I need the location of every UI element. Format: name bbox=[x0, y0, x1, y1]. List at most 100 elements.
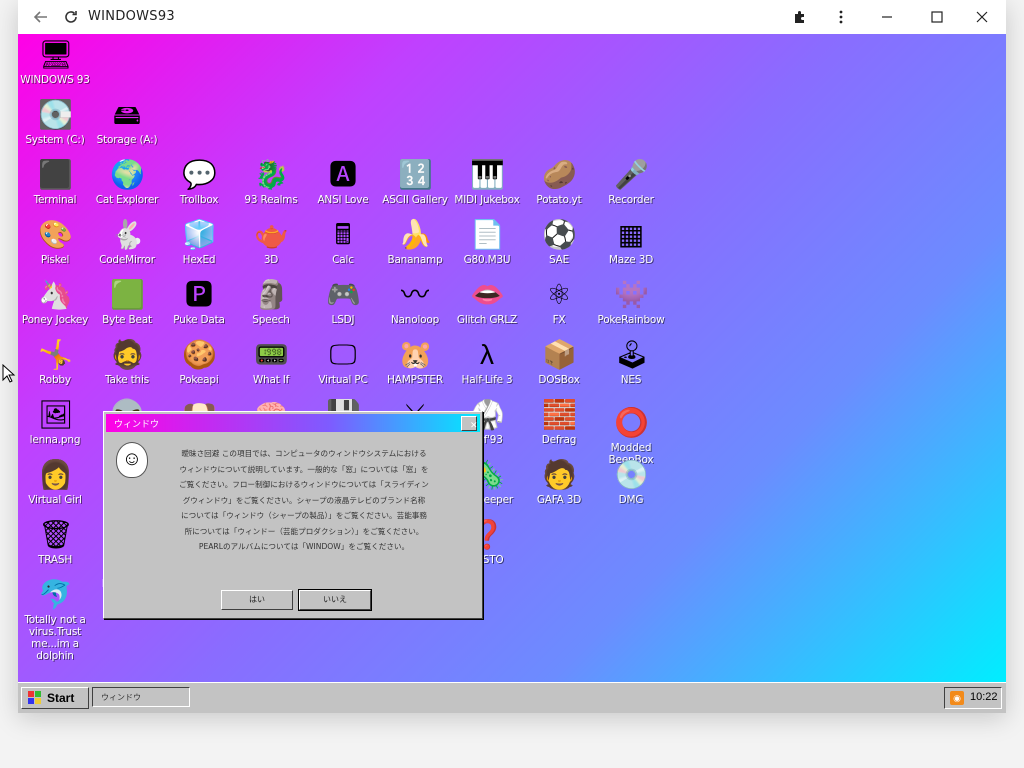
desktop-icon-take-this[interactable]: 🧔 Take this bbox=[90, 338, 164, 386]
app-icon: 🖥 bbox=[38, 39, 74, 70]
no-button[interactable]: いいえ bbox=[298, 589, 372, 611]
desktop-icon-puke-data[interactable]: 🅿 Puke Data bbox=[162, 278, 236, 326]
app-icon: 〰 bbox=[400, 279, 429, 310]
desktop-icon-potato-yt[interactable]: 🥔 Potato.yt bbox=[522, 158, 596, 206]
app-icon: ▦ bbox=[617, 219, 645, 250]
app-icon: 🧱 bbox=[542, 399, 577, 430]
desktop-icon-midi-jukebox[interactable]: 🎹 MIDI Jukebox bbox=[450, 158, 524, 206]
desktop-icon-dosbox[interactable]: 📦 DOSBox bbox=[522, 338, 596, 386]
desktop-icon-robby[interactable]: 🤸 Robby bbox=[18, 338, 92, 386]
desktop-icon-poney-jockey[interactable]: 🦄 Poney Jockey bbox=[18, 278, 92, 326]
dialog-text-line: 所については「ウィンドー（芸能プロダクション）」をご覧ください。 bbox=[184, 526, 424, 536]
desktop-icon-half-life-3[interactable]: λ Half-Life 3 bbox=[450, 338, 524, 386]
app-icon: 🎮 bbox=[326, 279, 361, 310]
desktop-icon-nanoloop[interactable]: 〰 Nanoloop bbox=[378, 278, 452, 326]
desktop-icon-label: Maze 3D bbox=[608, 254, 654, 266]
desktop-icon-dmg[interactable]: 💿 DMG bbox=[594, 458, 668, 506]
close-window-button[interactable] bbox=[969, 5, 995, 29]
desktop-icon-label: Poney Jockey bbox=[21, 314, 89, 326]
extensions-button[interactable] bbox=[787, 5, 813, 29]
desktop-icon-hampster[interactable]: 🐹 HAMPSTER bbox=[378, 338, 452, 386]
app-icon: 🥔 bbox=[542, 159, 577, 190]
desktop-icon-label: FX bbox=[552, 314, 566, 326]
app-icon: 🎹 bbox=[470, 159, 505, 190]
start-button[interactable]: Start bbox=[21, 687, 89, 709]
desktop-icon-label: ASCII Gallery bbox=[382, 194, 448, 206]
desktop-icon-label: System (C:) bbox=[25, 134, 85, 146]
app-icon: 💿 bbox=[614, 459, 649, 490]
app-icon: 🕹 bbox=[614, 339, 650, 370]
app-icon: 👾 bbox=[614, 279, 649, 310]
dialog-close-button[interactable]: ✕ bbox=[461, 416, 478, 431]
desktop-icon-pokerainbow[interactable]: 👾 PokeRainbow bbox=[594, 278, 668, 326]
desktop-icon-label: Nanoloop bbox=[390, 314, 440, 326]
dialog-titlebar[interactable]: ウィンドウ ✕ bbox=[106, 414, 480, 432]
kebab-menu-icon bbox=[839, 10, 843, 24]
desktop-icon-what-if[interactable]: 📟 What If bbox=[234, 338, 308, 386]
desktop-icon-system-c[interactable]: 💽 System (C:) bbox=[18, 98, 92, 146]
browser-menu-button[interactable] bbox=[828, 5, 854, 29]
rss-icon[interactable]: ◉ bbox=[950, 691, 964, 705]
desktop-icon-label: Bananamp bbox=[387, 254, 443, 266]
desktop-icon-terminal[interactable]: ⬛ Terminal bbox=[18, 158, 92, 206]
desktop-icon-label: 93 Realms bbox=[244, 194, 298, 206]
desktop-icon-maze-3d[interactable]: ▦ Maze 3D bbox=[594, 218, 668, 266]
desktop-icon-speech[interactable]: 🗿 Speech bbox=[234, 278, 308, 326]
reload-button[interactable] bbox=[58, 5, 84, 29]
desktop-icon-3d[interactable]: 🫖 3D bbox=[234, 218, 308, 266]
dialog-text-line: ご覧ください。フロー制御におけるウィンドウについては「スライディン bbox=[179, 480, 429, 489]
desktop-icon-label: Puke Data bbox=[173, 314, 225, 326]
app-icon: 🧑 bbox=[542, 459, 577, 490]
desktop-icon-label: Pokeapi bbox=[179, 374, 219, 386]
app-icon: ⬛ bbox=[38, 159, 73, 190]
desktop-icon-label: LSDJ bbox=[331, 314, 355, 326]
desktop-icon-g80-m3u[interactable]: 📄 G80.M3U bbox=[450, 218, 524, 266]
back-button[interactable] bbox=[28, 5, 54, 29]
desktop-icon-defrag[interactable]: 🧱 Defrag bbox=[522, 398, 596, 446]
desktop-icon-label: Half-Life 3 bbox=[461, 374, 513, 386]
desktop-icon-lenna-png[interactable]: 🖼 lenna.png bbox=[18, 398, 92, 446]
desktop-icon-lsdj[interactable]: 🎮 LSDJ bbox=[306, 278, 380, 326]
desktop-icon-fx[interactable]: ⚛ FX bbox=[522, 278, 596, 326]
desktop-icon-virtual-pc[interactable]: 🖵 Virtual PC bbox=[306, 338, 380, 386]
desktop-icon-ascii-gallery[interactable]: 🔢 ASCII Gallery bbox=[378, 158, 452, 206]
desktop-icon-storage-a[interactable]: 🖴 Storage (A:) bbox=[90, 98, 164, 146]
desktop-icon-piskel[interactable]: 🎨 Piskel bbox=[18, 218, 92, 266]
yes-button[interactable]: はい bbox=[221, 590, 293, 610]
desktop-icon-codemirror[interactable]: 🐇 CodeMirror bbox=[90, 218, 164, 266]
desktop-icon-trollbox[interactable]: 💬 Trollbox bbox=[162, 158, 236, 206]
desktop-icon-label: What If bbox=[252, 374, 290, 386]
arrow-left-icon bbox=[33, 11, 47, 23]
system-tray: ◉ 10:22 bbox=[944, 687, 1002, 709]
minimize-button[interactable] bbox=[874, 5, 900, 29]
maximize-button[interactable] bbox=[924, 5, 950, 29]
desktop-icon-windows-93[interactable]: 🖥 WINDOWS 93 bbox=[18, 38, 92, 86]
desktop-icon-recorder[interactable]: 🎤 Recorder bbox=[594, 158, 668, 206]
desktop-icon-nes[interactable]: 🕹 NES bbox=[594, 338, 668, 386]
desktop-icon-bananamp[interactable]: 🍌 Bananamp bbox=[378, 218, 452, 266]
minimize-icon bbox=[882, 16, 892, 18]
app-icon: ⭕ bbox=[614, 407, 649, 438]
desktop-icon-gafa-3d[interactable]: 🧑 GAFA 3D bbox=[522, 458, 596, 506]
desktop-icon-totally-not-a-virus-trust-me-im-a-dolphin[interactable]: 🐬 Totally not a virus.Trust me...im a dol… bbox=[18, 578, 92, 662]
desktop-icon-label: Robby bbox=[39, 374, 71, 386]
desktop-icon-label: MIDI Jukebox bbox=[454, 194, 520, 206]
desktop-icon-pokeapi[interactable]: 🍪 Pokeapi bbox=[162, 338, 236, 386]
desktop-icon-virtual-girl[interactable]: 👩 Virtual Girl bbox=[18, 458, 92, 506]
desktop-icon-hexed[interactable]: 🧊 HexEd bbox=[162, 218, 236, 266]
app-icon: 🧊 bbox=[182, 219, 217, 250]
desktop-icon-byte-beat[interactable]: 🟩 Byte Beat bbox=[90, 278, 164, 326]
desktop-icon-sae[interactable]: ⚽ SAE bbox=[522, 218, 596, 266]
desktop-icon-label: Calc bbox=[332, 254, 354, 266]
dialog-title: ウィンドウ bbox=[114, 420, 160, 430]
taskbar-item-window[interactable]: ウィンドウ bbox=[92, 687, 190, 707]
desktop-icon-label: Glitch GRLZ bbox=[456, 314, 518, 326]
desktop-icon-93-realms[interactable]: 🐉 93 Realms bbox=[234, 158, 308, 206]
desktop-icon-calc[interactable]: 🖩 Calc bbox=[306, 218, 380, 266]
desktop-icon-modded-beepbox[interactable]: ⭕ Modded BeepBox bbox=[594, 406, 668, 466]
dialog-message: 曖昧さ回避 この項目では、コンピュータのウィンドウシステムにおける ウィンドウにつ… bbox=[154, 446, 454, 555]
desktop-icon-ansi-love[interactable]: 🅰 ANSI Love bbox=[306, 158, 380, 206]
desktop-icon-cat-explorer[interactable]: 🌍 Cat Explorer bbox=[90, 158, 164, 206]
desktop-icon-glitch-grlz[interactable]: 👄 Glitch GRLZ bbox=[450, 278, 524, 326]
close-icon: ✕ bbox=[470, 421, 478, 431]
